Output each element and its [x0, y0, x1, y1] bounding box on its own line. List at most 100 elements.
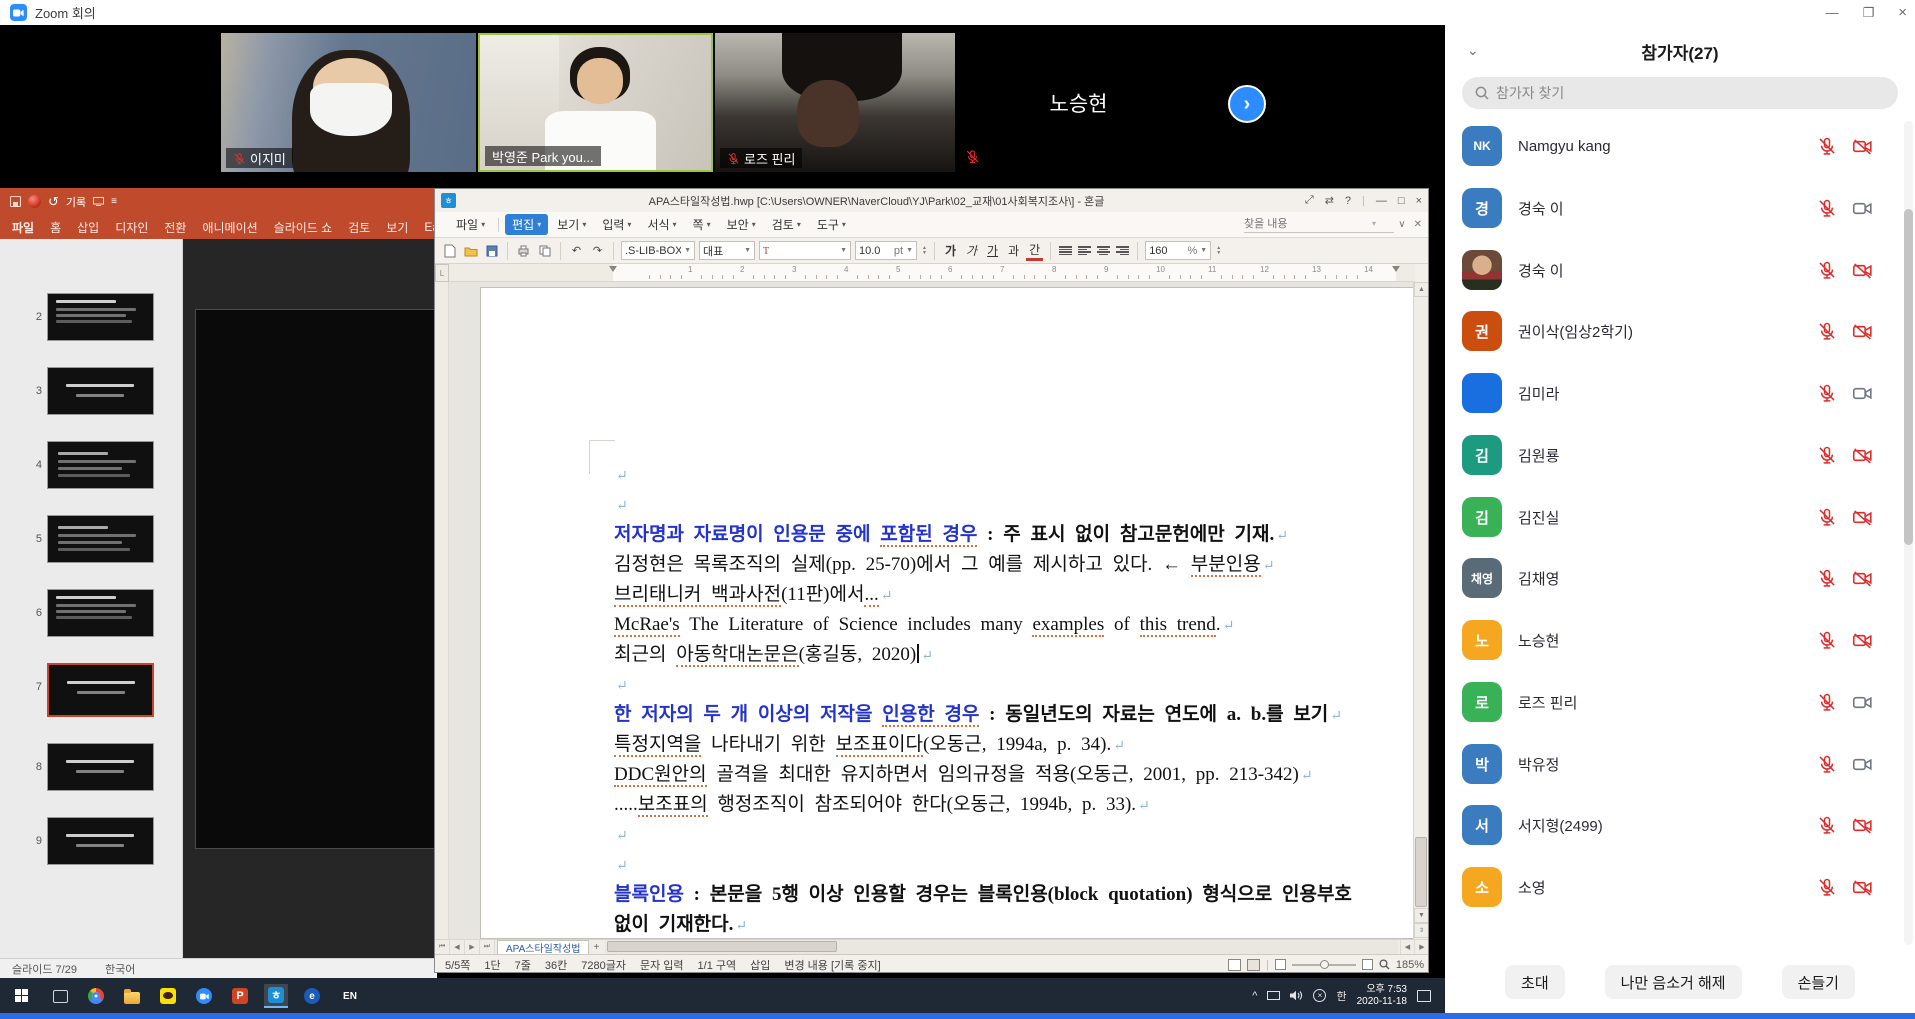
align-center-icon[interactable]: [1096, 244, 1111, 257]
slide-thumbnail[interactable]: [47, 441, 154, 489]
underline-button[interactable]: 가: [984, 242, 1001, 259]
align-justify-icon[interactable]: [1058, 244, 1073, 257]
line-spacing-spinner[interactable]: ▲▼: [1216, 246, 1221, 256]
hwp-taskbar-icon[interactable]: ㅎ: [264, 984, 288, 1008]
next-videos-button[interactable]: ›: [1228, 85, 1266, 123]
indent-marker[interactable]: [609, 266, 617, 272]
slide-thumbnail[interactable]: [47, 817, 154, 865]
participant-row[interactable]: 김김진실: [1445, 489, 1897, 545]
participant-row[interactable]: NKNamgyu kang: [1445, 118, 1897, 174]
hwp-menu-1[interactable]: 편집▾: [505, 214, 548, 235]
hscroll-track[interactable]: [605, 940, 1398, 954]
hwp-minimize-button[interactable]: —: [1376, 195, 1387, 207]
tray-display-icon[interactable]: [1267, 991, 1280, 1000]
print-icon[interactable]: [515, 242, 532, 259]
minimize-button[interactable]: —: [1826, 5, 1839, 20]
ppt-save-icon[interactable]: [10, 196, 21, 207]
video-tile[interactable]: 이지미: [221, 33, 476, 172]
tray-x-icon[interactable]: ×: [1313, 989, 1326, 1002]
hwp-menu-7[interactable]: 검토▾: [765, 214, 808, 235]
kakaotalk-taskbar-icon[interactable]: [156, 984, 180, 1008]
panel-scrollbar[interactable]: [1904, 121, 1913, 945]
add-tab-button[interactable]: +: [589, 942, 603, 953]
participant-row[interactable]: 경숙 이: [1445, 242, 1897, 298]
hwp-maximize-button[interactable]: □: [1398, 195, 1405, 207]
zoom-slider-knob[interactable]: [1320, 960, 1329, 969]
powerpoint-taskbar-icon[interactable]: P: [228, 984, 252, 1008]
save-icon[interactable]: [483, 242, 500, 259]
ppt-qat-more-icon[interactable]: ≡: [111, 196, 117, 207]
slide-thumbnail[interactable]: [47, 367, 154, 415]
participant-row[interactable]: 경경숙 이: [1445, 180, 1897, 236]
font-size-combo[interactable]: 10.0pt▼: [855, 241, 917, 260]
scroll-right-icon[interactable]: ▶: [1415, 940, 1429, 954]
zoom-in-icon[interactable]: [1362, 959, 1373, 970]
outline-button[interactable]: 과: [1005, 242, 1022, 259]
align-left-icon[interactable]: [1077, 244, 1092, 257]
ppt-menu-8[interactable]: 보기: [386, 219, 408, 236]
participant-row[interactable]: 채영김채영: [1445, 550, 1897, 606]
bold-button[interactable]: 가: [942, 242, 959, 259]
vertical-ruler[interactable]: [435, 282, 449, 939]
hwp-menu-6[interactable]: 보안▾: [720, 214, 763, 235]
font-size-spinner[interactable]: ▲▼: [922, 246, 927, 256]
zoom-app-taskbar-icon[interactable]: [192, 984, 216, 1008]
page-view-icon[interactable]: [1228, 959, 1241, 971]
slide-thumbnail[interactable]: [47, 743, 154, 791]
last-tab-icon[interactable]: ⏭: [480, 940, 495, 954]
ime-indicator[interactable]: 한: [1336, 988, 1346, 1004]
raise-hand-button[interactable]: 손들기: [1782, 965, 1855, 999]
hwp-menu-0[interactable]: 파일▾: [449, 214, 492, 235]
open-folder-icon[interactable]: [462, 242, 479, 259]
slide-thumbnail-selected[interactable]: [47, 663, 154, 717]
participant-row[interactable]: 노노승현: [1445, 612, 1897, 668]
participant-row[interactable]: 로로즈 핀리: [1445, 674, 1897, 730]
participant-search[interactable]: [1462, 77, 1898, 109]
vertical-scrollbar[interactable]: ▲ ▼ ⇕: [1413, 282, 1428, 939]
participant-row[interactable]: 소소영: [1445, 859, 1897, 915]
horizontal-ruler[interactable]: 1234567891011121314: [449, 264, 1415, 282]
ppt-menu-0[interactable]: 파일: [12, 219, 34, 236]
scroll-down-icon[interactable]: ▼: [1414, 908, 1429, 923]
horizontal-scrollbar[interactable]: ⏮ ◀ ▶ ⏭ APA스타일작성법 + ◀ ▶: [435, 939, 1429, 954]
unmute-me-button[interactable]: 나만 음소거 해제: [1605, 965, 1742, 999]
search-input[interactable]: [1496, 85, 1866, 101]
char-color-button[interactable]: 간: [1026, 241, 1043, 261]
file-explorer-taskbar-icon[interactable]: [120, 984, 144, 1008]
redo-icon[interactable]: ↷: [589, 242, 606, 259]
hwp-fullscreen-icon[interactable]: ⤢: [1305, 194, 1314, 207]
panel-collapse-icon[interactable]: ⌄: [1467, 42, 1479, 59]
language-indicator[interactable]: 한국어: [105, 961, 135, 977]
right-indent-marker[interactable]: [1392, 266, 1400, 272]
maximize-button[interactable]: ❐: [1863, 5, 1875, 21]
style-combo[interactable]: .S-LIB-BOX▼: [621, 241, 695, 260]
ppt-menu-6[interactable]: 슬라이드 쇼: [274, 219, 333, 236]
document-text[interactable]: ↵↵저자명과 자료명이 인용문 중에 포함된 경우 : 주 표시 없이 참고문헌…: [614, 460, 1415, 939]
ppt-menu-1[interactable]: 홈: [50, 219, 61, 236]
hwp-menu-5[interactable]: 쪽▾: [686, 214, 718, 235]
invite-button[interactable]: 초대: [1505, 965, 1565, 999]
task-view-taskbar-icon[interactable]: [48, 984, 72, 1008]
document-page[interactable]: ↵↵저자명과 자료명이 인용문 중에 포함된 경우 : 주 표시 없이 참고문헌…: [480, 287, 1415, 939]
find-input[interactable]: [1244, 218, 1372, 230]
copy-icon[interactable]: [536, 242, 553, 259]
hwp-close-button[interactable]: ×: [1416, 195, 1422, 207]
hwp-menu-3[interactable]: 입력▾: [595, 214, 638, 235]
hwp-arrange-icon[interactable]: ⇄: [1325, 194, 1334, 207]
find-collapse-icon[interactable]: ∨: [1398, 219, 1405, 230]
ppt-undo-icon[interactable]: ↺: [48, 194, 59, 210]
undo-icon[interactable]: ↶: [568, 242, 585, 259]
participant-row[interactable]: 권권이삭(임상2학기): [1445, 303, 1897, 359]
hwp-menu-2[interactable]: 보기▾: [550, 214, 593, 235]
italic-button[interactable]: 가: [963, 242, 980, 259]
hwp-menu-8[interactable]: 도구▾: [810, 214, 853, 235]
ppt-menu-5[interactable]: 애니메이션: [202, 219, 257, 236]
ppt-record-icon[interactable]: [28, 195, 41, 208]
video-tile[interactable]: 박영준 Park you...: [478, 33, 713, 172]
participant-row[interactable]: 김김원룡: [1445, 427, 1897, 483]
ppt-menu-7[interactable]: 검토: [348, 219, 370, 236]
find-close-icon[interactable]: ✕: [1414, 219, 1422, 230]
zoom-percent[interactable]: 185%: [1396, 959, 1424, 971]
document-tab[interactable]: APA스타일작성법: [497, 940, 589, 954]
action-center-icon[interactable]: [1417, 990, 1431, 1002]
